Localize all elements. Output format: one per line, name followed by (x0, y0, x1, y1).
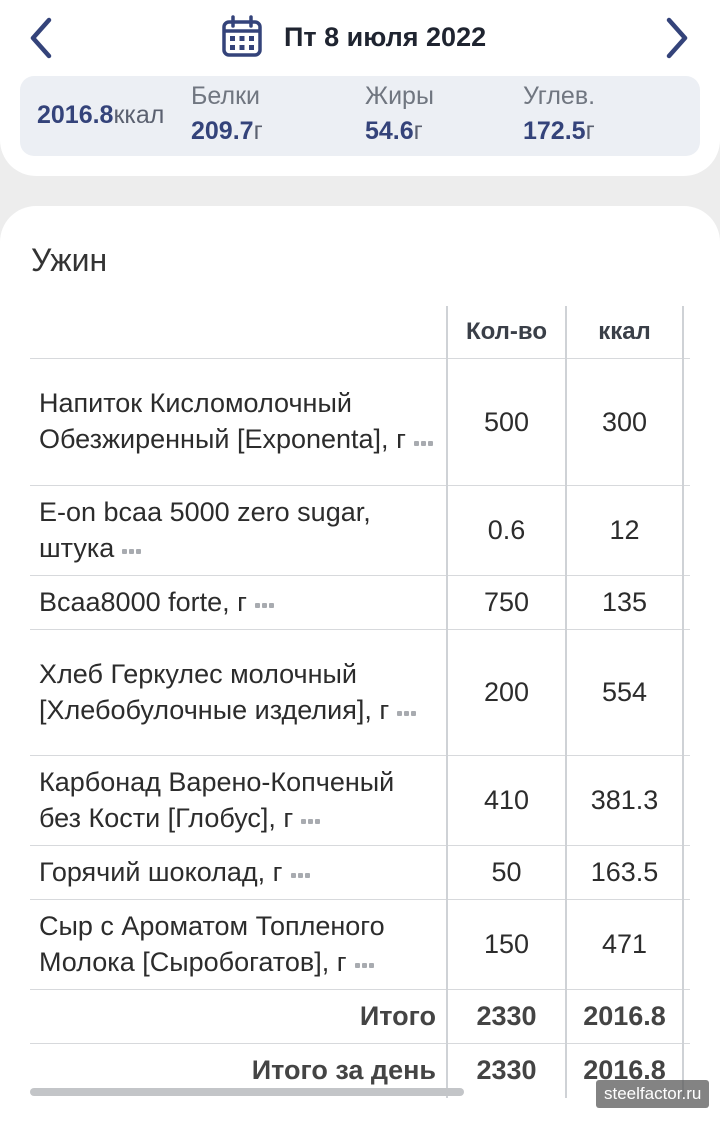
food-kcal: 381.3 (566, 755, 684, 846)
day-total-qty: 2330 (447, 1043, 567, 1098)
kcal-total: 2016.8ккал (37, 101, 164, 130)
meal-total-kcal: 2016.8 (566, 989, 684, 1044)
table-row[interactable]: Хлеб Геркулес молочный [Хлебобулочные из… (30, 629, 690, 756)
food-qty[interactable]: 410 (447, 755, 567, 846)
kcal-value: 2016.8 (37, 101, 114, 129)
calendar-icon (222, 15, 262, 57)
name-column-header (30, 306, 448, 359)
food-name-cell[interactable]: Горячий шоколад, г (30, 845, 448, 900)
chevron-right-icon (666, 17, 688, 59)
chevron-left-icon (30, 17, 52, 59)
nutrition-summary: 2016.8ккал Белки 209.7г Жиры 54.6г Углев… (20, 76, 700, 156)
qty-column-header[interactable]: Кол-во (447, 306, 567, 359)
food-qty[interactable]: 50 (447, 845, 567, 900)
food-name: Карбонад Варено-Копченый без Кости [Глоб… (39, 766, 395, 833)
fat-unit: г (413, 117, 423, 145)
next-day-button[interactable] (652, 12, 700, 64)
food-name: Горячий шоколад, г (39, 856, 283, 887)
more-options-icon[interactable] (254, 581, 276, 617)
more-options-icon[interactable] (354, 941, 376, 977)
kcal-unit: ккал (113, 101, 165, 129)
food-kcal: 12 (566, 485, 684, 576)
table-row[interactable]: Карбонад Варено-Копченый без Кости [Глоб… (30, 755, 690, 846)
food-kcal: 300 (566, 358, 684, 486)
protein-label: Белки (191, 82, 260, 110)
food-kcal: 554 (566, 629, 684, 756)
table-row[interactable]: Сыр с Ароматом Топленого Молока [Сыробог… (30, 899, 690, 990)
food-name-cell[interactable]: Сыр с Ароматом Топленого Молока [Сыробог… (30, 899, 448, 990)
meal-card: Ужин Кол-во ккал Напиток Кисломолочный О… (0, 206, 720, 1126)
food-name: Хлеб Геркулес молочный [Хлебобулочные из… (39, 658, 390, 725)
food-qty[interactable]: 200 (447, 629, 567, 756)
current-date: Пт 8 июля 2022 (284, 21, 487, 52)
food-name: Bcaa8000 forte, г (39, 586, 247, 617)
prev-day-button[interactable] (18, 12, 66, 64)
food-kcal: 163.5 (566, 845, 684, 900)
meal-title: Ужин (31, 242, 108, 278)
food-qty[interactable]: 150 (447, 899, 567, 990)
food-qty[interactable]: 0.6 (447, 485, 567, 576)
food-name-cell[interactable]: Карбонад Варено-Копченый без Кости [Глоб… (30, 755, 448, 846)
food-kcal: 135 (566, 575, 684, 630)
kcal-column-header[interactable]: ккал (566, 306, 684, 359)
fat-summary: Жиры 54.6г (365, 82, 434, 146)
food-name-cell[interactable]: Напиток Кисломолочный Обезжиренный [Expo… (30, 358, 448, 486)
horizontal-scrollbar[interactable] (30, 1088, 464, 1096)
food-name: E-on bcaa 5000 zero sugar, штука (39, 496, 371, 563)
meal-total-label: Итого (30, 989, 448, 1044)
carbs-value: 172.5 (523, 117, 586, 145)
table-header-row: Кол-во ккал (30, 306, 690, 359)
fat-label: Жиры (365, 82, 434, 110)
food-name-cell[interactable]: Хлеб Геркулес молочный [Хлебобулочные из… (30, 629, 448, 756)
food-table: Кол-во ккал Напиток Кисломолочный Обезжи… (30, 306, 690, 1098)
carbs-summary: Углев. 172.5г (523, 82, 595, 146)
food-qty[interactable]: 750 (447, 575, 567, 630)
food-qty[interactable]: 500 (447, 358, 567, 486)
food-name: Напиток Кисломолочный Обезжиренный [Expo… (39, 388, 406, 455)
carbs-unit: г (585, 117, 595, 145)
table-row[interactable]: E-on bcaa 5000 zero sugar, штука 0.6 12 (30, 485, 690, 576)
more-options-icon[interactable] (290, 851, 312, 887)
table-row[interactable]: Горячий шоколад, г 50 163.5 (30, 845, 690, 900)
watermark: steelfactor.ru (596, 1080, 710, 1108)
food-name: Сыр с Ароматом Топленого Молока [Сыробог… (39, 910, 385, 977)
date-summary-card: Пт 8 июля 2022 2016.8ккал Белки 209.7г Ж… (0, 0, 720, 176)
more-options-icon[interactable] (122, 527, 143, 563)
more-options-icon[interactable] (413, 419, 435, 455)
fat-value: 54.6 (365, 117, 414, 145)
meal-total-row: Итого 2330 2016.8 (30, 989, 690, 1044)
table-row[interactable]: Напиток Кисломолочный Обезжиренный [Expo… (30, 358, 690, 486)
meal-total-qty: 2330 (447, 989, 567, 1044)
more-options-icon[interactable] (397, 689, 418, 725)
protein-unit: г (253, 117, 263, 145)
more-options-icon[interactable] (301, 797, 322, 833)
protein-value: 209.7 (191, 117, 254, 145)
carbs-label: Углев. (523, 82, 596, 110)
food-name-cell[interactable]: E-on bcaa 5000 zero sugar, штука (30, 485, 448, 576)
protein-summary: Белки 209.7г (191, 82, 263, 146)
date-selector[interactable]: Пт 8 июля 2022 (220, 14, 486, 60)
table-row[interactable]: Bcaa8000 forte, г 750 135 (30, 575, 690, 630)
food-name-cell[interactable]: Bcaa8000 forte, г (30, 575, 448, 630)
food-kcal: 471 (566, 899, 684, 990)
